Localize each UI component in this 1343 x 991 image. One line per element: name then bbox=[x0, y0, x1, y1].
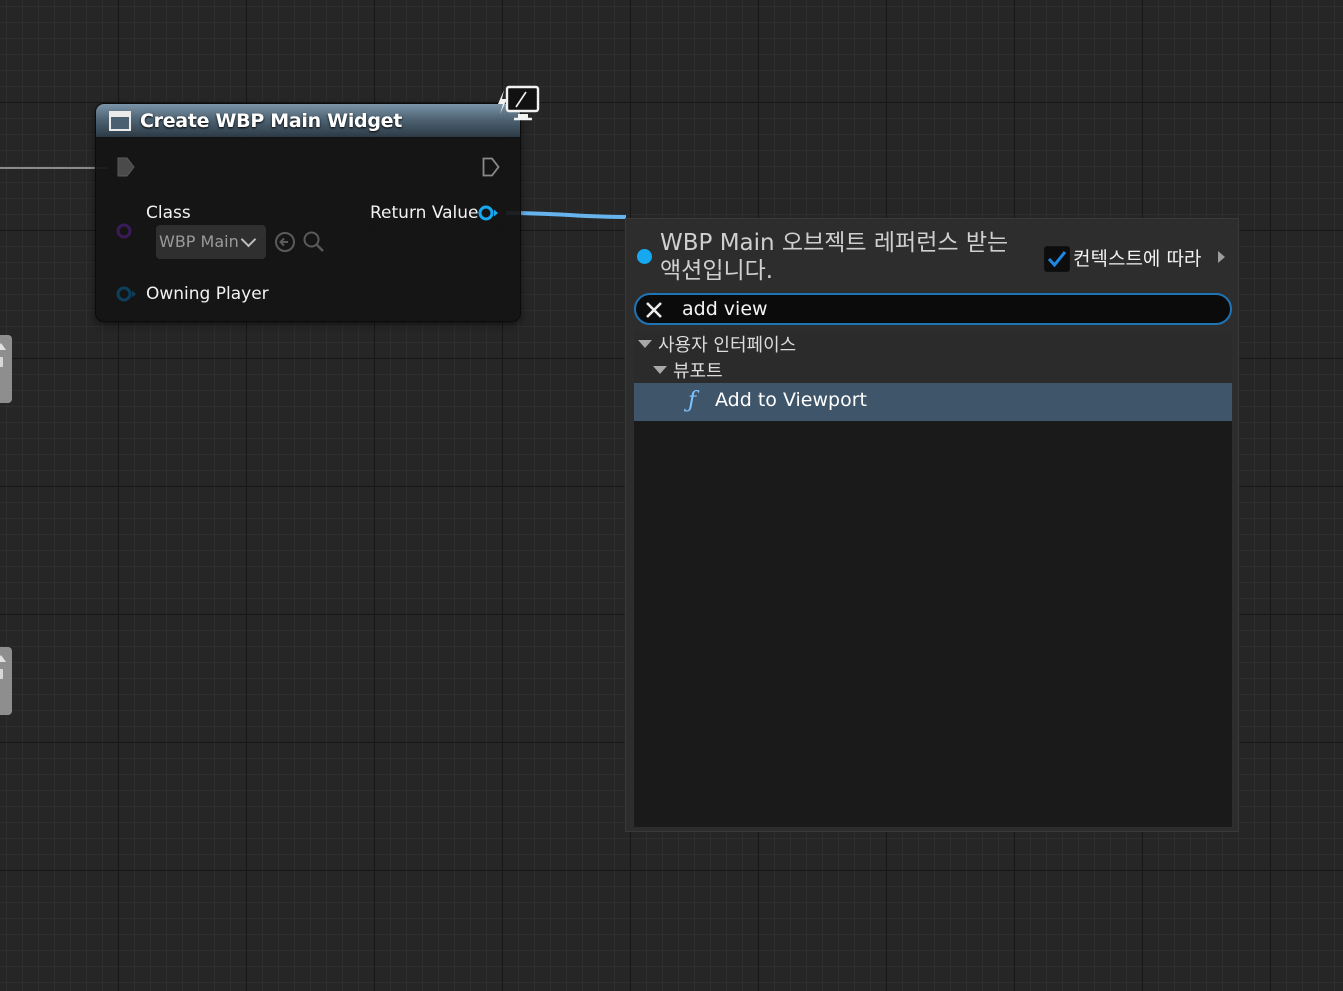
widget-icon bbox=[109, 111, 131, 131]
owning-player-pin-icon[interactable] bbox=[115, 285, 139, 303]
tree-category-row[interactable]: 사용자 인터페이스 bbox=[634, 331, 1232, 357]
search-input[interactable] bbox=[682, 296, 1212, 322]
node-title: Create WBP Main Widget bbox=[140, 110, 403, 132]
object-reference-dot-icon bbox=[637, 249, 652, 264]
close-icon[interactable] bbox=[644, 300, 664, 320]
return-value-wire bbox=[505, 211, 627, 219]
class-pin-label: Class bbox=[146, 203, 191, 223]
context-sensitive-checkbox[interactable] bbox=[1044, 246, 1070, 272]
owning-player-label: Owning Player bbox=[146, 284, 269, 304]
class-dropdown[interactable]: WBP Main bbox=[156, 225, 266, 259]
exec-in-icon[interactable] bbox=[117, 157, 135, 177]
chevron-right-icon[interactable] bbox=[1218, 251, 1225, 263]
action-tree[interactable]: 사용자 인터페이스 뷰포트 ƒ Add to Viewport bbox=[634, 331, 1232, 827]
tree-category-label: 사용자 인터페이스 bbox=[658, 335, 797, 356]
create-widget-node[interactable]: Create WBP Main Widget Class WBP Main Re… bbox=[96, 104, 520, 321]
menu-title: WBP Main 오브젝트 레퍼런스 받는 액션입니다. bbox=[660, 230, 1009, 284]
offscreen-node-stub[interactable] bbox=[0, 335, 12, 403]
search-icon[interactable] bbox=[302, 230, 326, 254]
tree-item-add-to-viewport[interactable]: ƒ Add to Viewport bbox=[634, 383, 1232, 421]
expand-triangle-icon[interactable] bbox=[638, 340, 652, 348]
class-dropdown-value: WBP Main bbox=[159, 232, 239, 251]
tree-subcategory-row[interactable]: 뷰포트 bbox=[634, 357, 1232, 383]
browse-back-icon[interactable] bbox=[274, 231, 296, 253]
action-context-menu[interactable]: WBP Main 오브젝트 레퍼런스 받는 액션입니다. 컨텍스트에 따라 사용… bbox=[625, 218, 1239, 832]
tree-item-label: Add to Viewport bbox=[715, 389, 867, 411]
class-pin-icon[interactable] bbox=[115, 222, 133, 240]
node-header[interactable]: Create WBP Main Widget bbox=[96, 104, 520, 138]
latent-screen-icon bbox=[498, 85, 540, 121]
expand-triangle-icon[interactable] bbox=[653, 366, 667, 374]
checkmark-icon bbox=[1047, 251, 1067, 268]
return-value-pin-icon[interactable] bbox=[477, 204, 501, 222]
search-box[interactable] bbox=[634, 293, 1232, 325]
offscreen-node-stub[interactable] bbox=[0, 647, 12, 715]
return-value-label: Return Value bbox=[370, 203, 479, 223]
function-icon: ƒ bbox=[688, 388, 697, 413]
context-sensitive-label[interactable]: 컨텍스트에 따라 bbox=[1073, 244, 1201, 271]
chevron-down-icon bbox=[240, 231, 257, 248]
tree-subcategory-label: 뷰포트 bbox=[673, 361, 723, 382]
exec-out-icon[interactable] bbox=[482, 157, 500, 177]
